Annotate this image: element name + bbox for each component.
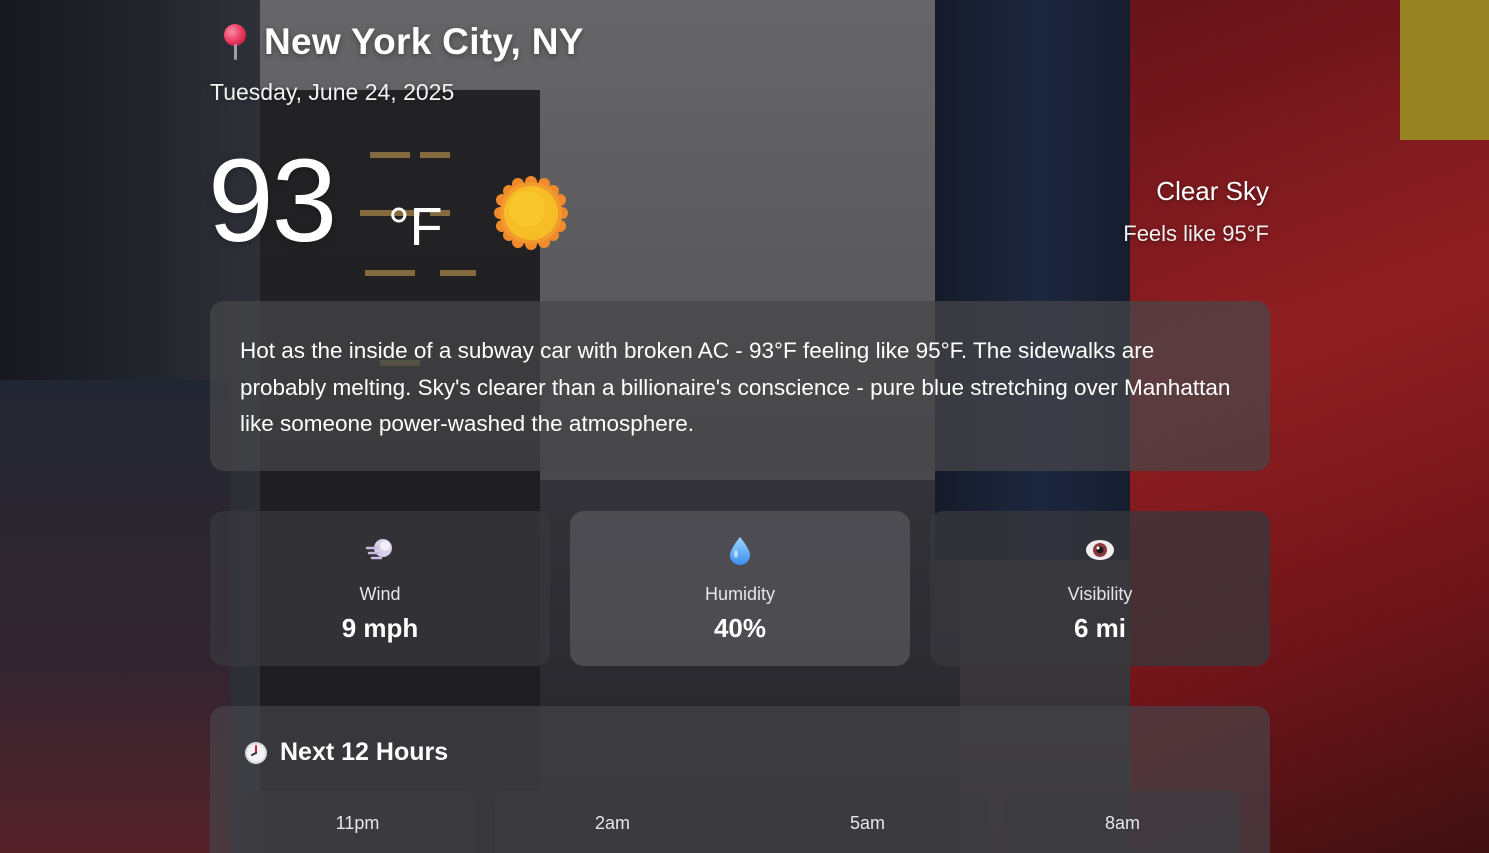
pin-icon	[218, 20, 252, 64]
stat-card-wind: Wind 9 mph	[210, 511, 550, 666]
eye-icon	[1086, 540, 1114, 560]
location-row: New York City, NY	[218, 20, 584, 64]
stat-label: Visibility	[1067, 584, 1133, 604]
stat-label: Humidity	[704, 584, 775, 604]
clock-icon	[245, 741, 267, 764]
hour-card: 8am	[1005, 791, 1240, 853]
hour-time: 11pm	[335, 813, 380, 833]
condition-label: Clear Sky	[1156, 176, 1269, 206]
hour-card: 2am	[495, 791, 730, 853]
current-temperature: 93	[208, 135, 337, 267]
sun-icon	[494, 176, 568, 250]
temperature-unit: °F	[388, 197, 443, 257]
weather-summary-card: Hot as the inside of a subway car with b…	[210, 301, 1270, 471]
hour-time: 8am	[1104, 813, 1140, 833]
wind-icon	[365, 539, 392, 560]
stat-card-humidity: Humidity 40%	[570, 511, 910, 666]
stat-label: Wind	[359, 584, 401, 604]
stat-card-visibility: Visibility 6 mi	[930, 511, 1270, 666]
condition-block: Clear Sky Feels like 95°F	[1123, 176, 1269, 247]
date-label: Tuesday, June 24, 2025	[210, 79, 455, 105]
weather-summary-text: Hot as the inside of a subway car with b…	[240, 338, 1231, 436]
droplet-icon	[730, 537, 750, 565]
stat-value: 6 mi	[1073, 613, 1127, 643]
hour-time: 2am	[594, 813, 630, 833]
hour-card: 5am	[750, 791, 985, 853]
hourly-forecast-header: Next 12 Hours	[244, 738, 448, 767]
hour-time: 5am	[849, 813, 885, 833]
hourly-forecast-title: Next 12 Hours	[280, 738, 449, 766]
location-title: New York City, NY	[264, 21, 584, 62]
stat-value: 40%	[713, 613, 767, 643]
hour-card: 11pm	[240, 791, 475, 853]
hourly-forecast-panel: Next 12 Hours 11pm 2am 5am 8am	[210, 706, 1270, 853]
feels-like-label: Feels like 95°F	[1123, 221, 1269, 246]
stat-value: 9 mph	[341, 613, 419, 643]
stats-row: Wind 9 mph Humidity 40% Visibility 6 mi	[210, 511, 1270, 666]
